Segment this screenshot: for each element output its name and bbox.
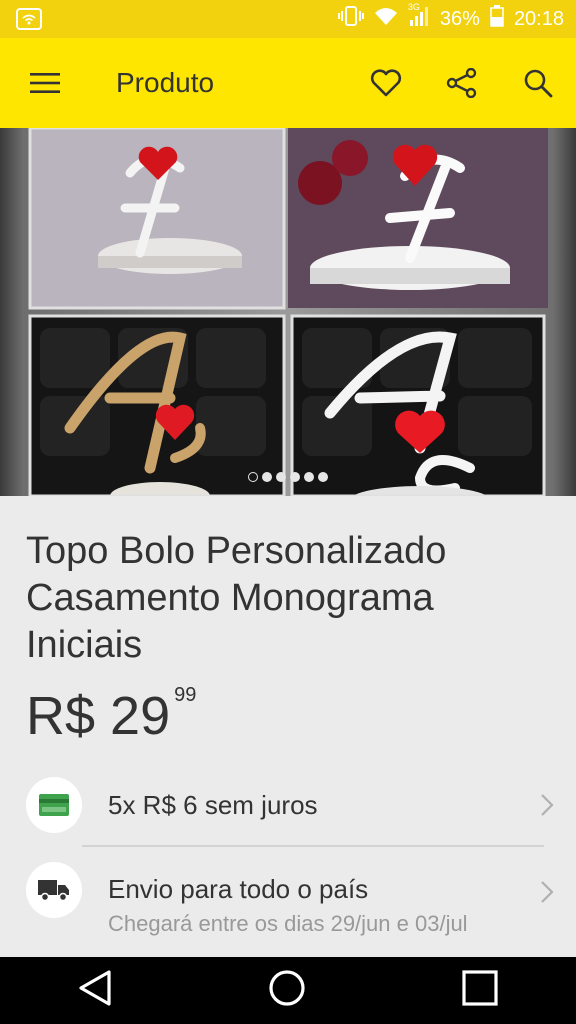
menu-icon	[30, 73, 60, 93]
product-title: Topo Bolo Personalizado Casamento Monogr…	[26, 530, 447, 666]
installments-row[interactable]: 5x R$ 6 sem juros	[26, 777, 556, 833]
shipping-title: Envio para todo o país	[108, 874, 369, 904]
page-title: Produto	[116, 67, 215, 98]
product-price: R$ 29 99	[26, 684, 197, 746]
price-cents: 99	[174, 684, 197, 706]
status-bar: 3G 36% 20:18	[0, 0, 576, 38]
search-button[interactable]	[500, 38, 576, 128]
installments-icon-circle	[26, 777, 82, 833]
heart-icon	[370, 69, 402, 97]
truck-icon	[38, 880, 69, 902]
chevron-right-icon	[541, 794, 554, 816]
gallery-dot[interactable]	[248, 472, 258, 482]
gallery-page-indicator[interactable]	[0, 472, 576, 482]
signal-icon: 3G	[408, 2, 430, 32]
navigation-bar	[0, 957, 576, 1024]
recents-button[interactable]	[462, 970, 498, 1011]
gallery-dot[interactable]	[318, 472, 328, 482]
back-button[interactable]	[78, 970, 112, 1011]
shipping-icon-circle	[26, 862, 82, 918]
divider	[82, 845, 544, 847]
clock: 20:18	[513, 7, 564, 30]
battery-icon	[490, 5, 504, 33]
credit-card-icon	[39, 794, 69, 816]
shipping-subtitle: Chegará entre os dias 29/jun e 03/jul	[108, 911, 468, 936]
wifi-notification-icon	[16, 8, 42, 30]
app-bar: Produto	[0, 38, 576, 128]
gallery-dot[interactable]	[290, 472, 300, 482]
menu-button[interactable]	[0, 38, 90, 128]
recents-icon	[462, 970, 498, 1006]
home-icon	[269, 970, 305, 1006]
favorite-button[interactable]	[348, 38, 424, 128]
price-main: R$ 29	[26, 686, 171, 746]
gallery-dot[interactable]	[262, 472, 272, 482]
product-photo	[28, 128, 548, 496]
shipping-row[interactable]: Envio para todo o país Chegará entre os …	[26, 862, 556, 939]
vibrate-icon	[337, 5, 364, 33]
wifi-icon	[374, 6, 398, 32]
gallery-dot[interactable]	[304, 472, 314, 482]
share-icon	[446, 68, 477, 98]
product-image-gallery[interactable]	[0, 128, 576, 496]
search-icon	[524, 69, 553, 98]
back-icon	[79, 970, 111, 1006]
battery-percent: 36%	[439, 7, 480, 30]
home-button[interactable]	[268, 969, 306, 1012]
gallery-dot[interactable]	[276, 472, 286, 482]
chevron-right-icon	[541, 881, 554, 903]
installments-text: 5x R$ 6 sem juros	[108, 790, 318, 820]
share-button[interactable]	[424, 38, 500, 128]
